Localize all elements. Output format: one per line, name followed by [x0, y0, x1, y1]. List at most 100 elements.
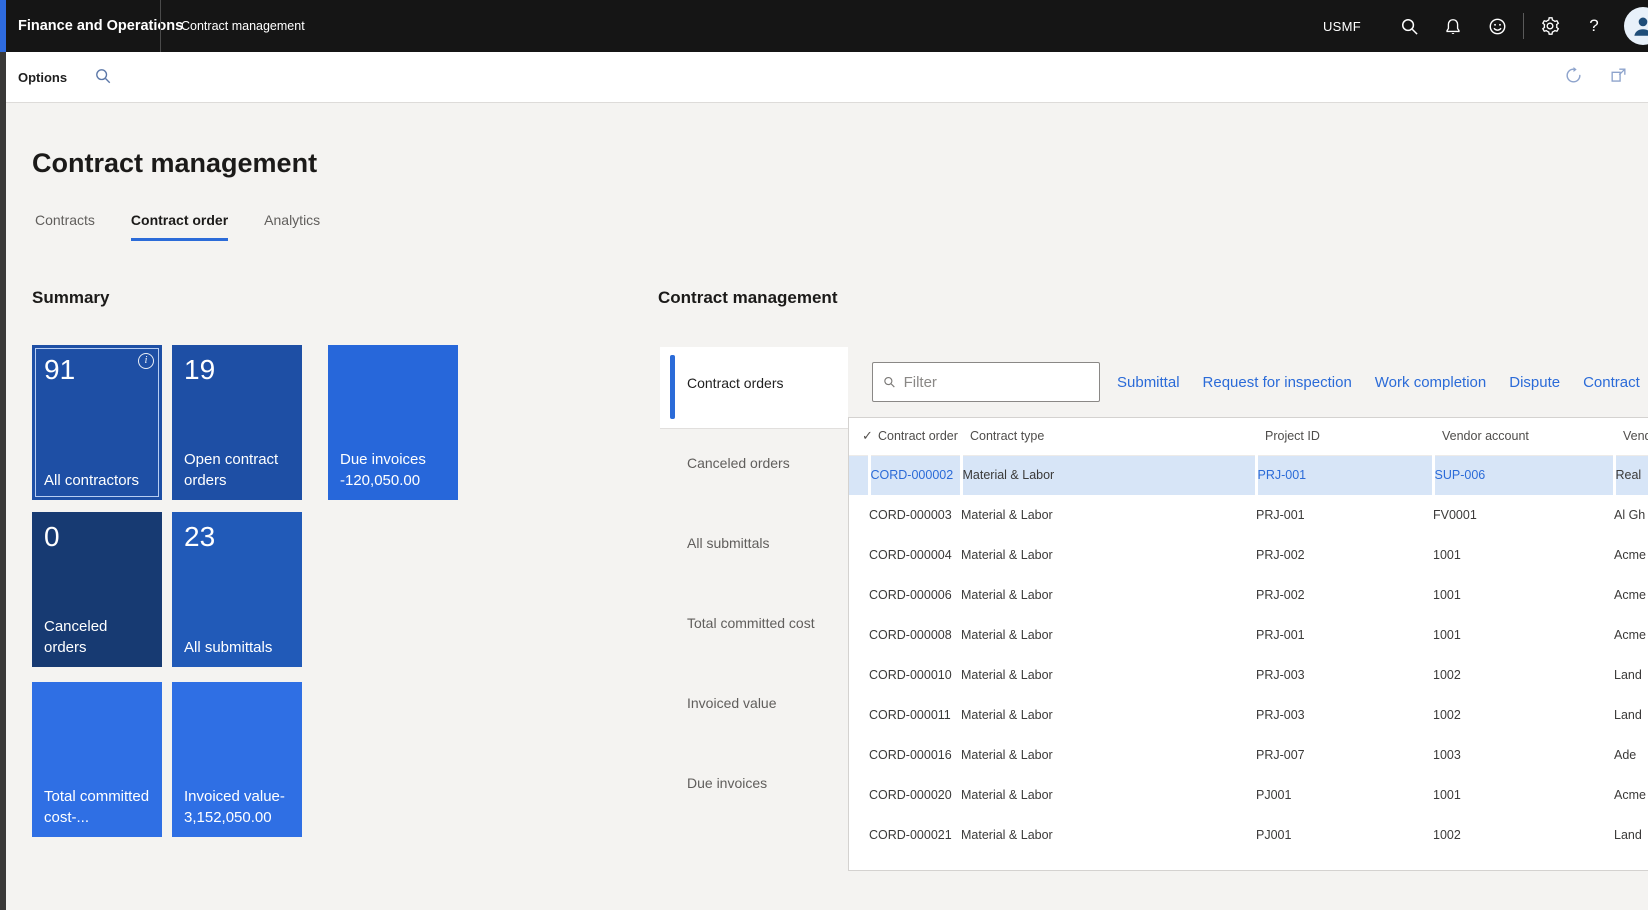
link-submittal[interactable]: Submittal [1117, 374, 1180, 391]
table-row[interactable]: CORD-000008 Material & Labor PRJ-001 100… [849, 615, 1648, 655]
company-picker[interactable]: USMF [1323, 19, 1361, 34]
cell-project-id[interactable]: PJ001 [1256, 775, 1433, 815]
tab-contract-order[interactable]: Contract order [131, 212, 228, 241]
cell-contract-order[interactable]: CORD-000004 [869, 535, 961, 575]
cell-contract-order[interactable]: CORD-000003 [869, 495, 961, 535]
nav-item-total-committed-cost[interactable]: Total committed cost [687, 615, 815, 631]
row-select-cell[interactable] [849, 735, 869, 775]
row-select-cell[interactable] [849, 655, 869, 695]
info-icon[interactable]: i [138, 353, 154, 369]
app-top-bar: Finance and Operations Contract manageme… [0, 0, 1648, 52]
action-search-icon[interactable] [94, 67, 112, 90]
feedback-smiley-icon[interactable] [1475, 0, 1519, 52]
topbar-icon-separator [1523, 13, 1524, 39]
help-icon[interactable]: ? [1572, 0, 1616, 52]
options-menu[interactable]: Options [18, 52, 67, 103]
cell-vendor-account[interactable]: 1001 [1433, 535, 1614, 575]
cell-vendor-account[interactable]: 1002 [1433, 655, 1614, 695]
table-row[interactable]: CORD-000003 Material & Labor PRJ-001 FV0… [849, 495, 1648, 535]
cell-contract-type: Material & Labor [961, 455, 1256, 495]
tile-all-submittals[interactable]: 23 All submittals [172, 512, 302, 667]
select-all-checkmark-icon[interactable]: ✓ [849, 418, 869, 455]
cell-vendor-account[interactable]: SUP-006 [1433, 455, 1614, 495]
tile-due-invoices[interactable]: Due invoices -120,050.00 [328, 345, 458, 500]
link-dispute[interactable]: Dispute [1509, 374, 1560, 391]
row-select-cell[interactable] [849, 775, 869, 815]
nav-item-invoiced-value[interactable]: Invoiced value [687, 695, 777, 711]
tile-total-committed-cost[interactable]: Total committed cost-... [32, 682, 162, 837]
product-name[interactable]: Finance and Operations [18, 0, 183, 52]
tab-contracts[interactable]: Contracts [35, 212, 95, 241]
cell-project-id[interactable]: PRJ-003 [1256, 695, 1433, 735]
cell-contract-type: Material & Labor [961, 495, 1256, 535]
col-header-vendor-account[interactable]: Vendor account [1433, 418, 1614, 455]
col-header-project-id[interactable]: Project ID [1256, 418, 1433, 455]
tile-label: All contractors [44, 470, 152, 492]
nav-item-canceled-orders[interactable]: Canceled orders [687, 455, 790, 471]
nav-item-contract-orders[interactable]: Contract orders [687, 375, 783, 391]
cell-vendor-account[interactable]: 1001 [1433, 775, 1614, 815]
notifications-bell-icon[interactable] [1431, 0, 1475, 52]
cell-contract-order[interactable]: CORD-000011 [869, 695, 961, 735]
cell-vendor-account[interactable]: 1003 [1433, 735, 1614, 775]
tile-all-contractors[interactable]: 91 i All contractors [32, 345, 162, 500]
link-contract[interactable]: Contract [1583, 374, 1640, 391]
table-row[interactable]: CORD-000016 Material & Labor PRJ-007 100… [849, 735, 1648, 775]
cell-vendor-account[interactable]: 1001 [1433, 615, 1614, 655]
cell-project-id[interactable]: PRJ-001 [1256, 615, 1433, 655]
tab-analytics[interactable]: Analytics [264, 212, 320, 241]
table-row[interactable]: CORD-000021 Material & Labor PJ001 1002 … [849, 815, 1648, 855]
row-select-cell[interactable] [849, 495, 869, 535]
row-select-cell[interactable] [849, 695, 869, 735]
cell-project-id[interactable]: PRJ-002 [1256, 575, 1433, 615]
cell-vendor-account[interactable]: 1002 [1433, 815, 1614, 855]
table-row[interactable]: CORD-000020 Material & Labor PJ001 1001 … [849, 775, 1648, 815]
cell-contract-order[interactable]: CORD-000020 [869, 775, 961, 815]
table-row[interactable]: CORD-000004 Material & Labor PRJ-002 100… [849, 535, 1648, 575]
col-header-contract-order[interactable]: Contract order [869, 418, 961, 455]
cell-contract-type: Material & Labor [961, 615, 1256, 655]
cell-project-id[interactable]: PRJ-007 [1256, 735, 1433, 775]
cell-vendor-account[interactable]: 1001 [1433, 575, 1614, 615]
open-in-new-window-icon[interactable] [1609, 66, 1628, 90]
tile-open-contract-orders[interactable]: 19 Open contract orders [172, 345, 302, 500]
cell-project-id[interactable]: PRJ-002 [1256, 535, 1433, 575]
user-avatar[interactable] [1624, 7, 1648, 45]
link-work-completion[interactable]: Work completion [1375, 374, 1486, 391]
settings-gear-icon[interactable] [1528, 0, 1572, 52]
row-select-cell[interactable] [849, 575, 869, 615]
row-select-cell[interactable] [849, 535, 869, 575]
row-select-cell[interactable] [849, 815, 869, 855]
cell-contract-order[interactable]: CORD-000016 [869, 735, 961, 775]
link-request-for-inspection[interactable]: Request for inspection [1203, 374, 1352, 391]
row-select-cell[interactable] [849, 455, 869, 495]
refresh-icon[interactable] [1564, 66, 1583, 90]
row-select-cell[interactable] [849, 615, 869, 655]
cell-project-id[interactable]: PRJ-003 [1256, 655, 1433, 695]
search-icon[interactable] [1387, 0, 1431, 52]
cell-project-id[interactable]: PRJ-001 [1256, 495, 1433, 535]
cell-contract-order[interactable]: CORD-000010 [869, 655, 961, 695]
cell-contract-order[interactable]: CORD-000006 [869, 575, 961, 615]
cell-vendor-account[interactable]: 1002 [1433, 695, 1614, 735]
cell-contract-type: Material & Labor [961, 575, 1256, 615]
tile-canceled-orders[interactable]: 0 Canceled orders [32, 512, 162, 667]
cell-project-id[interactable]: PRJ-001 [1256, 455, 1433, 495]
nav-item-due-invoices[interactable]: Due invoices [687, 775, 767, 791]
cell-contract-type: Material & Labor [961, 735, 1256, 775]
grid-filter-box[interactable] [872, 362, 1100, 402]
cell-project-id[interactable]: PJ001 [1256, 815, 1433, 855]
table-row[interactable]: CORD-000006 Material & Labor PRJ-002 100… [849, 575, 1648, 615]
col-header-contract-type[interactable]: Contract type [961, 418, 1256, 455]
col-header-vendor-name[interactable]: Vendor name [1614, 418, 1648, 455]
tile-invoiced-value[interactable]: Invoiced value-3,152,050.00 [172, 682, 302, 837]
table-row[interactable]: CORD-000002 Material & Labor PRJ-001 SUP… [849, 455, 1648, 495]
cell-vendor-account[interactable]: FV0001 [1433, 495, 1614, 535]
filter-input[interactable] [904, 374, 1089, 391]
cell-contract-order[interactable]: CORD-000008 [869, 615, 961, 655]
nav-item-all-submittals[interactable]: All submittals [687, 535, 769, 551]
cell-contract-order[interactable]: CORD-000002 [869, 455, 961, 495]
table-row[interactable]: CORD-000010 Material & Labor PRJ-003 100… [849, 655, 1648, 695]
cell-contract-order[interactable]: CORD-000021 [869, 815, 961, 855]
table-row[interactable]: CORD-000011 Material & Labor PRJ-003 100… [849, 695, 1648, 735]
